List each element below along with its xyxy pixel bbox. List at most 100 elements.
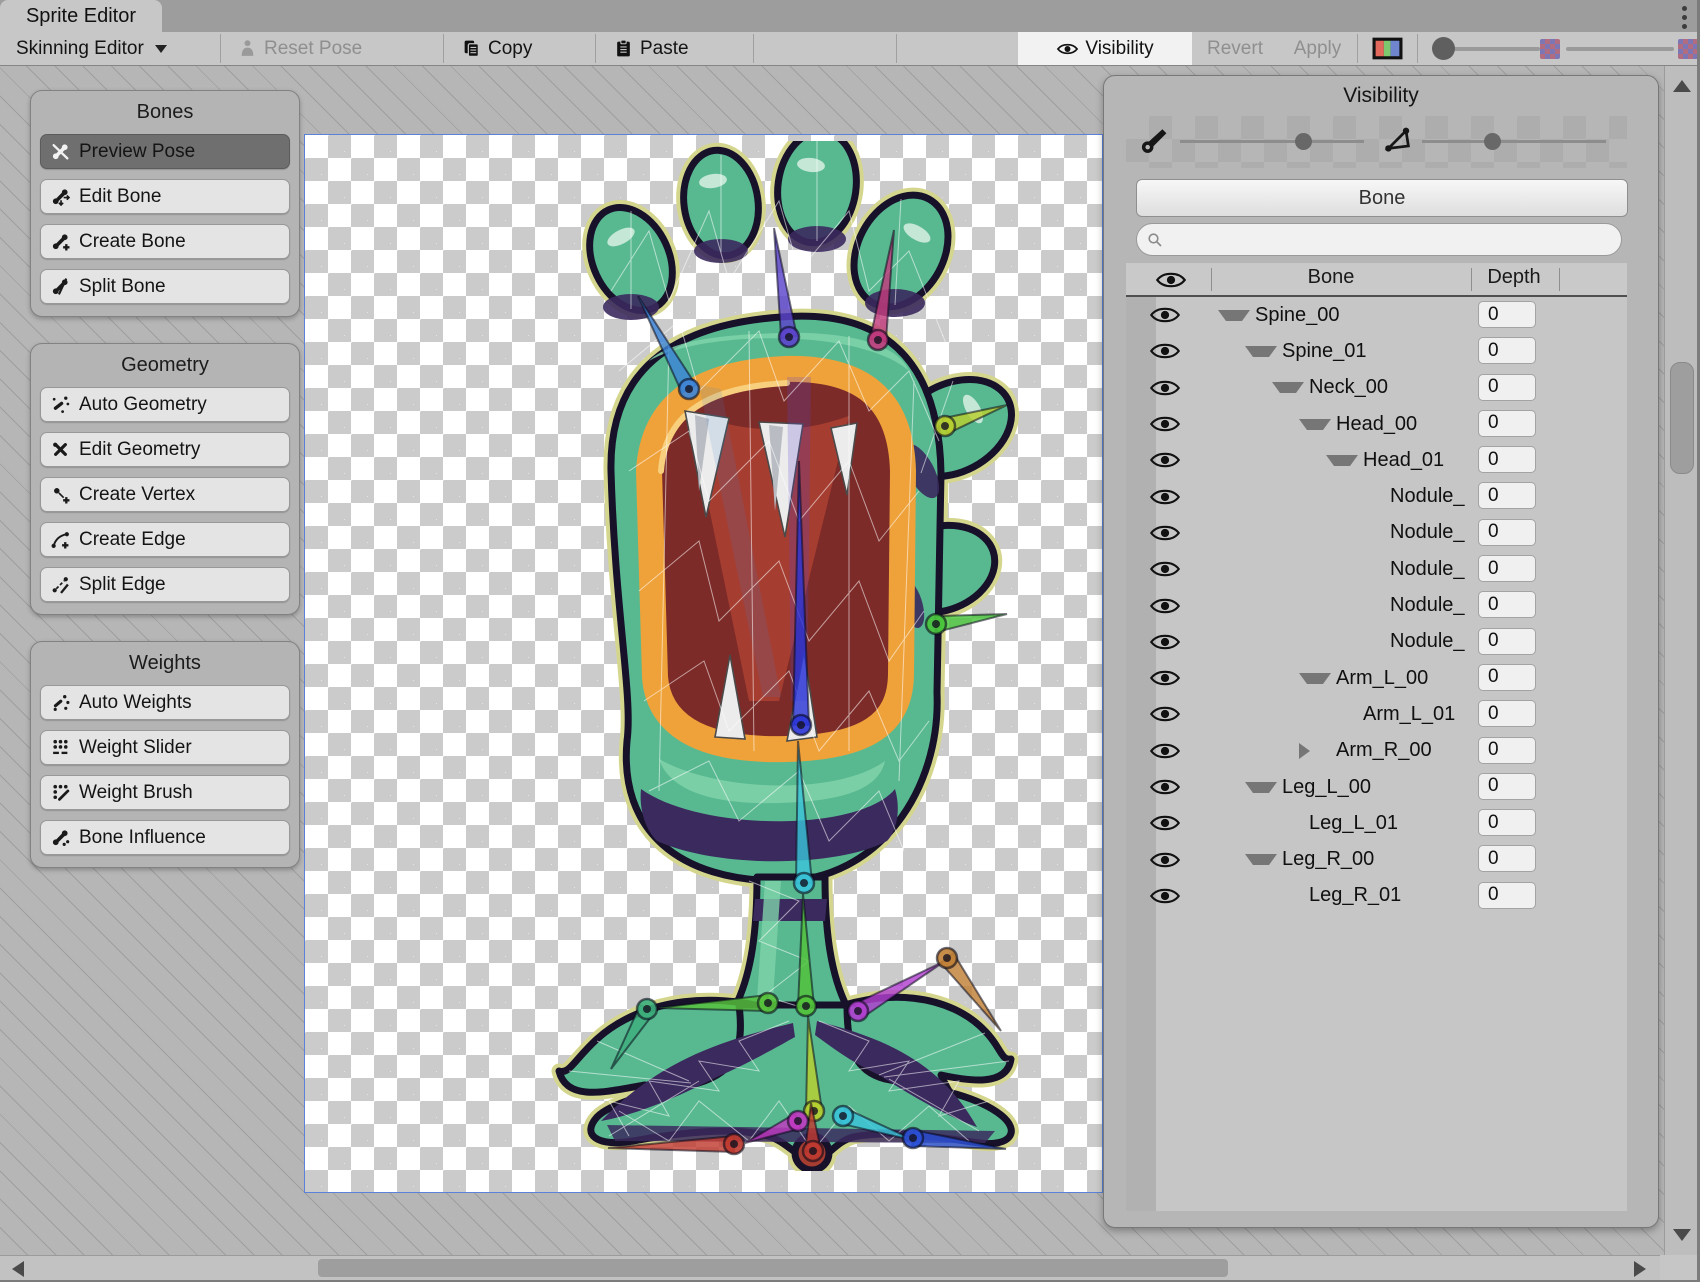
bone-opacity-knob[interactable] [1295, 133, 1312, 150]
tool-button-create-vertex[interactable]: Create Vertex [40, 477, 290, 512]
depth-input[interactable]: 0 [1478, 519, 1536, 546]
vertical-scrollbar-thumb[interactable] [1670, 362, 1694, 474]
visibility-eye-toggle[interactable] [1148, 521, 1182, 545]
depth-input[interactable]: 0 [1478, 700, 1536, 727]
tool-button-edit-geometry[interactable]: Edit Geometry [40, 432, 290, 467]
horizontal-scrollbar[interactable] [0, 1255, 1660, 1280]
bone-name[interactable]: Head_01 [1363, 449, 1444, 472]
bone-row-nodule[interactable]: Nodule_ 0 [1126, 515, 1627, 551]
bone-name[interactable]: Arm_R_00 [1336, 739, 1432, 762]
depth-input[interactable]: 0 [1478, 737, 1536, 764]
visibility-eye-toggle[interactable] [1148, 811, 1182, 835]
visibility-eye-toggle[interactable] [1148, 884, 1182, 908]
depth-input[interactable]: 0 [1478, 374, 1536, 401]
visibility-eye-toggle[interactable] [1148, 848, 1182, 872]
depth-column-header[interactable]: Depth [1476, 266, 1552, 289]
depth-input[interactable]: 0 [1478, 664, 1536, 691]
bone-row-spine_00[interactable]: Spine_00 0 [1126, 297, 1627, 333]
search-input[interactable] [1169, 228, 1593, 251]
bone-row-leg_l_01[interactable]: Leg_L_01 0 [1126, 805, 1627, 841]
bone-row-leg_r_01[interactable]: Leg_R_01 0 [1126, 878, 1627, 914]
visibility-eye-toggle[interactable] [1148, 412, 1182, 436]
tool-button-weight-slider[interactable]: Weight Slider [40, 730, 290, 765]
visibility-eye-toggle[interactable] [1148, 630, 1182, 654]
depth-input[interactable]: 0 [1478, 809, 1536, 836]
tab-sprite-editor[interactable]: Sprite Editor [0, 0, 162, 32]
vertical-scrollbar[interactable] [1664, 66, 1697, 1255]
bone-search-field[interactable] [1136, 223, 1622, 256]
expander-icon[interactable] [1299, 419, 1331, 430]
tool-button-preview-pose[interactable]: Preview Pose [40, 134, 290, 169]
visibility-toggle-button[interactable]: Visibility [1018, 32, 1192, 65]
bone-name[interactable]: Arm_L_01 [1363, 703, 1455, 726]
depth-input[interactable]: 0 [1478, 301, 1536, 328]
revert-button[interactable]: Revert [1192, 32, 1278, 65]
scroll-right-arrow-icon[interactable] [1634, 1261, 1646, 1277]
visibility-eye-toggle[interactable] [1148, 557, 1182, 581]
visibility-eye-toggle[interactable] [1148, 485, 1182, 509]
depth-input[interactable]: 0 [1478, 628, 1536, 655]
bone-row-spine_01[interactable]: Spine_01 0 [1126, 333, 1627, 369]
visibility-eye-toggle[interactable] [1148, 594, 1182, 618]
depth-input[interactable]: 0 [1478, 337, 1536, 364]
tool-button-split-bone[interactable]: Split Bone [40, 269, 290, 304]
bone-row-head_00[interactable]: Head_00 0 [1126, 406, 1627, 442]
bone-row-nodule[interactable]: Nodule_ 0 [1126, 551, 1627, 587]
visibility-eye-toggle[interactable] [1148, 303, 1182, 327]
copy-button[interactable]: Copy [462, 32, 532, 65]
bone-name[interactable]: Leg_R_01 [1309, 884, 1401, 907]
bone-name[interactable]: Nodule_ [1390, 558, 1465, 581]
expander-icon[interactable] [1299, 673, 1331, 684]
scroll-left-arrow-icon[interactable] [12, 1261, 24, 1277]
bone-name[interactable]: Leg_R_00 [1282, 848, 1374, 871]
visibility-eye-toggle[interactable] [1148, 448, 1182, 472]
bone-name[interactable]: Neck_00 [1309, 376, 1388, 399]
expander-icon[interactable] [1245, 854, 1277, 865]
expander-icon[interactable] [1245, 782, 1277, 793]
kebab-menu-icon[interactable] [1674, 4, 1694, 30]
expander-icon[interactable] [1245, 346, 1277, 357]
bone-name[interactable]: Nodule_ [1390, 630, 1465, 653]
mesh-opacity-knob[interactable] [1484, 133, 1501, 150]
bone-overlay[interactable] [926, 614, 1007, 634]
tool-button-create-bone[interactable]: Create Bone [40, 224, 290, 259]
apply-button[interactable]: Apply [1278, 32, 1357, 65]
bone-name[interactable]: Leg_L_01 [1309, 812, 1398, 835]
bone-row-nodule[interactable]: Nodule_ 0 [1126, 587, 1627, 623]
bone-row-arm_l_01[interactable]: Arm_L_01 0 [1126, 696, 1627, 732]
tool-button-bone-influence[interactable]: Bone Influence [40, 820, 290, 855]
mesh-opacity-track[interactable] [1422, 140, 1606, 143]
sprite-rgb-toggle[interactable] [1372, 32, 1403, 65]
expander-icon[interactable] [1272, 382, 1304, 393]
scroll-down-arrow-icon[interactable] [1673, 1229, 1691, 1241]
visibility-eye-toggle[interactable] [1148, 339, 1182, 363]
visibility-eye-toggle[interactable] [1148, 666, 1182, 690]
depth-input[interactable]: 0 [1478, 555, 1536, 582]
depth-input[interactable]: 0 [1478, 446, 1536, 473]
reset-pose-button[interactable]: Reset Pose [238, 32, 362, 65]
alpha-slider-knob[interactable] [1432, 37, 1455, 60]
tool-button-weight-brush[interactable]: Weight Brush [40, 775, 290, 810]
visibility-eye-toggle[interactable] [1148, 775, 1182, 799]
tool-button-auto-geometry[interactable]: Auto Geometry [40, 387, 290, 422]
horizontal-scrollbar-thumb[interactable] [318, 1259, 1228, 1277]
bone-name[interactable]: Nodule_ [1390, 485, 1465, 508]
bone-row-arm_r_00[interactable]: Arm_R_00 0 [1126, 733, 1627, 769]
expander-icon[interactable] [1218, 310, 1250, 321]
depth-input[interactable]: 0 [1478, 591, 1536, 618]
visibility-eye-toggle[interactable] [1148, 376, 1182, 400]
bone-row-leg_r_00[interactable]: Leg_R_00 0 [1126, 841, 1627, 877]
depth-input[interactable]: 0 [1478, 410, 1536, 437]
bone-row-nodule[interactable]: Nodule_ 0 [1126, 478, 1627, 514]
tool-button-auto-weights[interactable]: Auto Weights [40, 685, 290, 720]
bone-row-head_01[interactable]: Head_01 0 [1126, 442, 1627, 478]
depth-input[interactable]: 0 [1478, 882, 1536, 909]
bone-name[interactable]: Spine_01 [1282, 340, 1367, 363]
expander-icon[interactable] [1326, 455, 1358, 466]
bone-name[interactable]: Head_00 [1336, 413, 1417, 436]
bone-row-leg_l_00[interactable]: Leg_L_00 0 [1126, 769, 1627, 805]
tool-button-split-edge[interactable]: Split Edge [40, 567, 290, 602]
bone-name[interactable]: Spine_00 [1255, 304, 1340, 327]
bone-name[interactable]: Arm_L_00 [1336, 667, 1428, 690]
sprite-canvas[interactable] [304, 134, 1103, 1193]
